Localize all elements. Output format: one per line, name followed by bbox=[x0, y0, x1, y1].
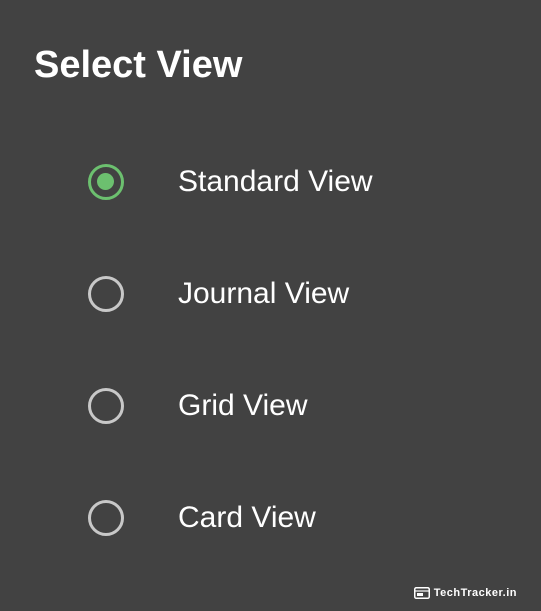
option-label: Grid View bbox=[178, 389, 308, 422]
watermark-text: TechTracker.in bbox=[433, 587, 517, 599]
option-label: Card View bbox=[178, 501, 316, 534]
option-label: Journal View bbox=[178, 277, 350, 310]
watermark: TechTracker.in bbox=[413, 587, 517, 599]
option-standard-view[interactable]: Standard View bbox=[0, 126, 541, 238]
radio-button-checked-icon[interactable] bbox=[88, 164, 124, 200]
view-options-list: Standard View Journal View Grid View Car… bbox=[0, 126, 541, 574]
radio-dot bbox=[97, 173, 114, 190]
option-grid-view[interactable]: Grid View bbox=[0, 350, 541, 462]
option-card-view[interactable]: Card View bbox=[0, 462, 541, 574]
radio-button-unchecked-icon[interactable] bbox=[88, 388, 124, 424]
radio-button-unchecked-icon[interactable] bbox=[88, 500, 124, 536]
option-label: Standard View bbox=[178, 165, 373, 198]
browser-window-icon bbox=[413, 587, 430, 599]
option-journal-view[interactable]: Journal View bbox=[0, 238, 541, 350]
dialog-title: Select View bbox=[34, 44, 243, 86]
select-view-dialog: Select View Standard View Journal View G… bbox=[0, 0, 541, 611]
radio-button-unchecked-icon[interactable] bbox=[88, 276, 124, 312]
